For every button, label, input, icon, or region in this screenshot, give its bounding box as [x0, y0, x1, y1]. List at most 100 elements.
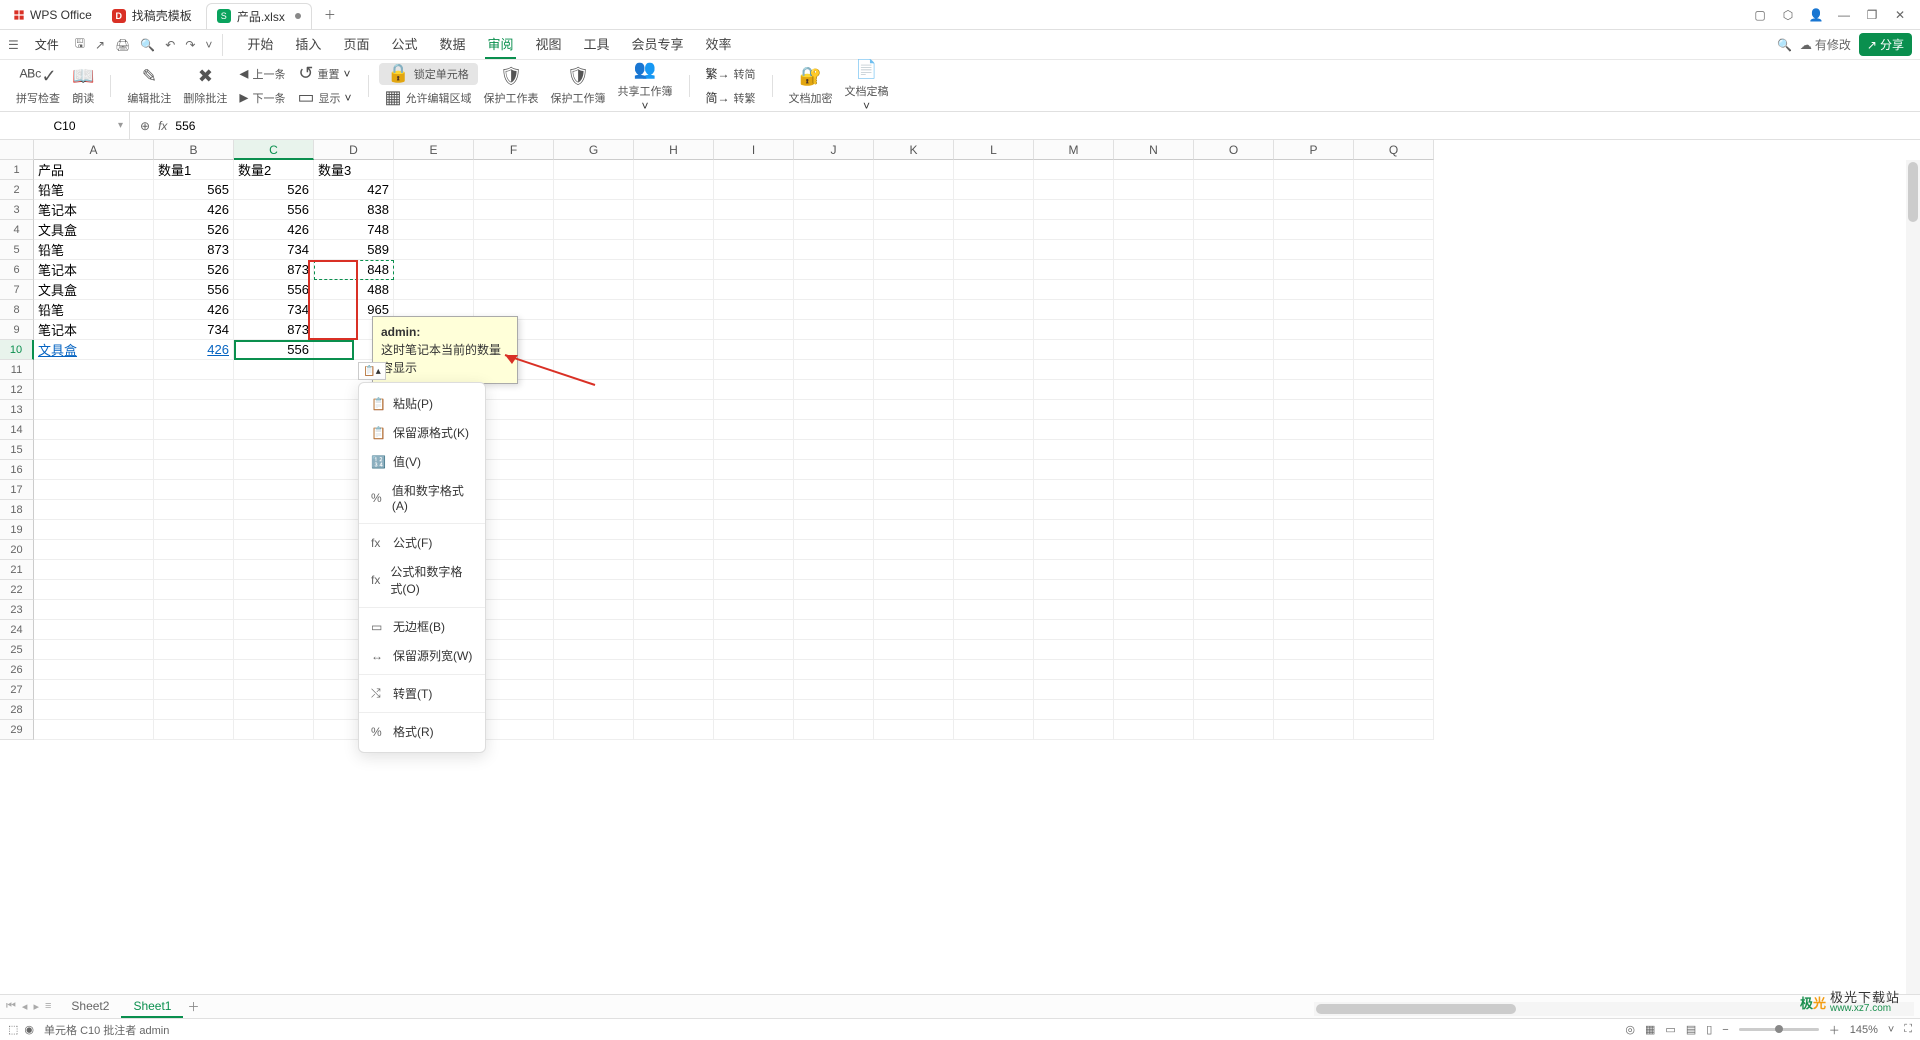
cell[interactable]	[1194, 180, 1274, 200]
cell[interactable]	[1354, 340, 1434, 360]
cell[interactable]	[474, 460, 554, 480]
cell[interactable]	[474, 620, 554, 640]
cell[interactable]	[714, 480, 794, 500]
cell[interactable]	[1274, 500, 1354, 520]
cell[interactable]	[1034, 280, 1114, 300]
view-normal-icon[interactable]: ▭	[1665, 1023, 1675, 1036]
cell[interactable]	[1194, 420, 1274, 440]
cell[interactable]	[554, 240, 634, 260]
cell[interactable]	[1034, 660, 1114, 680]
cell[interactable]: 笔记本	[34, 320, 154, 340]
cell[interactable]	[1354, 540, 1434, 560]
cell[interactable]	[34, 660, 154, 680]
cell[interactable]	[874, 460, 954, 480]
cell[interactable]	[1194, 480, 1274, 500]
cell[interactable]	[1194, 720, 1274, 740]
tab-add[interactable]: ＋	[318, 3, 342, 27]
cell[interactable]	[554, 200, 634, 220]
row-header-1[interactable]: 1	[0, 160, 34, 180]
lock-cell-button[interactable]: 🔒锁定单元格	[379, 63, 478, 85]
cell[interactable]	[1114, 260, 1194, 280]
row-header-19[interactable]: 19	[0, 520, 34, 540]
cell[interactable]	[874, 240, 954, 260]
cell[interactable]	[954, 200, 1034, 220]
cell[interactable]	[1114, 600, 1194, 620]
cell[interactable]	[1034, 500, 1114, 520]
cell[interactable]	[1114, 300, 1194, 320]
cell[interactable]	[1354, 440, 1434, 460]
prev-comment-button[interactable]: ◂上一条	[233, 63, 291, 85]
fx-icon[interactable]: fx	[158, 119, 167, 133]
cell[interactable]	[154, 480, 234, 500]
cell[interactable]	[1034, 580, 1114, 600]
cell[interactable]	[634, 560, 714, 580]
menu-tab-2[interactable]: 页面	[341, 30, 371, 59]
cell[interactable]	[394, 220, 474, 240]
to-simp-button[interactable]: 繁→转简	[700, 63, 762, 85]
cell[interactable]	[1034, 200, 1114, 220]
cell[interactable]: 铅笔	[34, 240, 154, 260]
cell[interactable]	[1034, 520, 1114, 540]
cell[interactable]	[634, 260, 714, 280]
allow-range-button[interactable]: ▦允许编辑区域	[379, 87, 478, 109]
cell[interactable]	[1034, 340, 1114, 360]
cell[interactable]	[1354, 420, 1434, 440]
cell[interactable]	[1274, 680, 1354, 700]
cell[interactable]	[874, 700, 954, 720]
cell[interactable]	[634, 600, 714, 620]
cell[interactable]	[874, 360, 954, 380]
preview-icon[interactable]: 🔍	[140, 38, 155, 52]
cell[interactable]	[714, 200, 794, 220]
cell[interactable]	[1034, 300, 1114, 320]
cell[interactable]	[1114, 620, 1194, 640]
paste-menu-item[interactable]: %值和数字格式(A)	[359, 476, 485, 519]
cell[interactable]	[474, 200, 554, 220]
cell[interactable]	[634, 700, 714, 720]
cell[interactable]	[634, 180, 714, 200]
cell[interactable]	[634, 360, 714, 380]
row-header-13[interactable]: 13	[0, 400, 34, 420]
cell[interactable]	[714, 340, 794, 360]
cell[interactable]	[954, 420, 1034, 440]
cell[interactable]	[234, 700, 314, 720]
cell[interactable]	[954, 540, 1034, 560]
cell[interactable]: 产品	[34, 160, 154, 180]
paste-menu-item[interactable]: ↔保留源列宽(W)	[359, 641, 485, 670]
cell[interactable]	[34, 480, 154, 500]
cell[interactable]	[1354, 460, 1434, 480]
cell[interactable]	[234, 360, 314, 380]
row-header-6[interactable]: 6	[0, 260, 34, 280]
cell[interactable]	[554, 380, 634, 400]
cell[interactable]	[554, 640, 634, 660]
cell[interactable]	[714, 220, 794, 240]
cell[interactable]	[714, 300, 794, 320]
cell[interactable]: 文具盒	[34, 340, 154, 360]
mode-icon[interactable]: ⬚	[8, 1023, 18, 1036]
cell[interactable]	[954, 680, 1034, 700]
cell[interactable]	[1034, 360, 1114, 380]
menu-tab-3[interactable]: 公式	[389, 30, 419, 59]
zoom-slider[interactable]	[1739, 1028, 1819, 1031]
cell[interactable]	[1114, 180, 1194, 200]
cell[interactable]	[34, 460, 154, 480]
cell[interactable]	[34, 680, 154, 700]
col-header-P[interactable]: P	[1274, 140, 1354, 160]
cell[interactable]	[474, 420, 554, 440]
cell[interactable]	[954, 360, 1034, 380]
cell[interactable]	[874, 440, 954, 460]
row-header-4[interactable]: 4	[0, 220, 34, 240]
cell[interactable]	[634, 440, 714, 460]
cell[interactable]	[1114, 480, 1194, 500]
menu-tab-4[interactable]: 数据	[437, 30, 467, 59]
cell[interactable]	[554, 340, 634, 360]
cell[interactable]	[1354, 600, 1434, 620]
cell[interactable]	[954, 460, 1034, 480]
cell[interactable]	[34, 700, 154, 720]
paste-menu-item[interactable]: ⤭转置(T)	[359, 679, 485, 708]
cell[interactable]	[634, 280, 714, 300]
cell[interactable]	[34, 580, 154, 600]
cell[interactable]	[474, 160, 554, 180]
cell[interactable]	[634, 300, 714, 320]
row-header-10[interactable]: 10	[0, 340, 34, 360]
cell[interactable]: 734	[234, 240, 314, 260]
